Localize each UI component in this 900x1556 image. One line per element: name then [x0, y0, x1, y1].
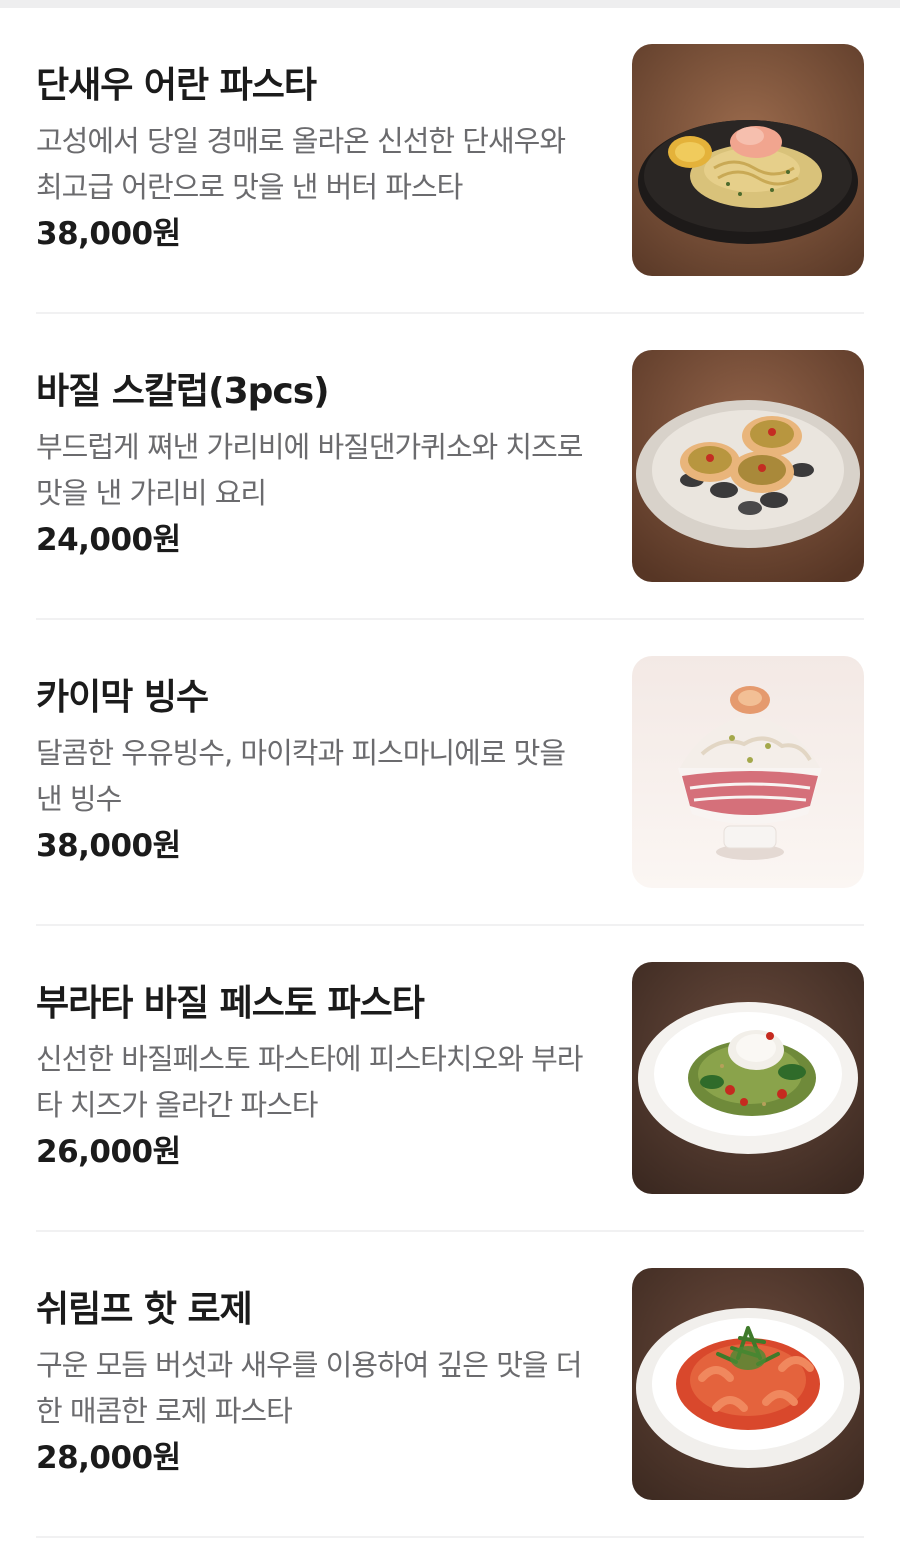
item-description: 구운 모듬 버섯과 새우를 이용하여 깊은 맛을 더한 매콤한 로제 파스타: [36, 1348, 582, 1428]
item-name: 바질 스칼럽(3pcs): [36, 371, 330, 412]
menu-item-burrata-pesto-pasta[interactable]: 부라타 바질 페스토 파스타 신선한 바질페스토 파스타에 피스타치오와 부라타…: [0, 926, 900, 1232]
item-name: 카이막 빙수: [36, 677, 209, 718]
divider: [36, 1536, 864, 1538]
menu-item-kaymak-bingsu[interactable]: 카이막 빙수 달콤한 우유빙수, 마이칵과 피스마니에로 맛을 낸 빙수 38,…: [0, 620, 900, 926]
rose-pasta-photo[interactable]: [632, 1268, 864, 1500]
menu-item-shrimp-hot-rose[interactable]: 쉬림프 핫 로제 구운 모듬 버섯과 새우를 이용하여 깊은 맛을 더한 매콤한…: [0, 1232, 900, 1538]
scallop-dish-photo[interactable]: [632, 350, 864, 582]
item-description: 고성에서 당일 경매로 올라온 신선한 단새우와 최고급 어란으로 맛을 낸 버…: [36, 124, 566, 204]
menu-item-basil-scallop[interactable]: 바질 스칼럽(3pcs) 부드럽게 쪄낸 가리비에 바질댄가퀴소와 치즈로 맛을…: [0, 314, 900, 620]
item-description: 신선한 바질페스토 파스타에 피스타치오와 부라타 치즈가 올라간 파스타: [36, 1042, 583, 1122]
item-name: 쉬림프 핫 로제: [36, 1289, 253, 1330]
pesto-pasta-photo[interactable]: [632, 962, 864, 1194]
item-price: 26,000원: [36, 1134, 181, 1170]
menu-item-danse-woo-pasta[interactable]: 단새우 어란 파스타 고성에서 당일 경매로 올라온 신선한 단새우와 최고급 …: [0, 8, 900, 314]
item-description: 부드럽게 쪄낸 가리비에 바질댄가퀴소와 치즈로 맛을 낸 가리비 요리: [36, 430, 583, 510]
item-price: 38,000원: [36, 216, 181, 252]
item-description: 달콤한 우유빙수, 마이칵과 피스마니에로 맛을 낸 빙수: [36, 736, 566, 816]
item-price: 38,000원: [36, 828, 181, 864]
item-name: 단새우 어란 파스타: [36, 65, 317, 106]
menu-list: 단새우 어란 파스타 고성에서 당일 경매로 올라온 신선한 단새우와 최고급 …: [0, 8, 900, 1538]
item-price: 28,000원: [36, 1440, 181, 1476]
bingsu-photo[interactable]: [632, 656, 864, 888]
top-strip: [0, 0, 900, 8]
item-price: 24,000원: [36, 522, 181, 558]
shrimp-pasta-photo[interactable]: [632, 44, 864, 276]
item-name: 부라타 바질 페스토 파스타: [36, 983, 425, 1024]
